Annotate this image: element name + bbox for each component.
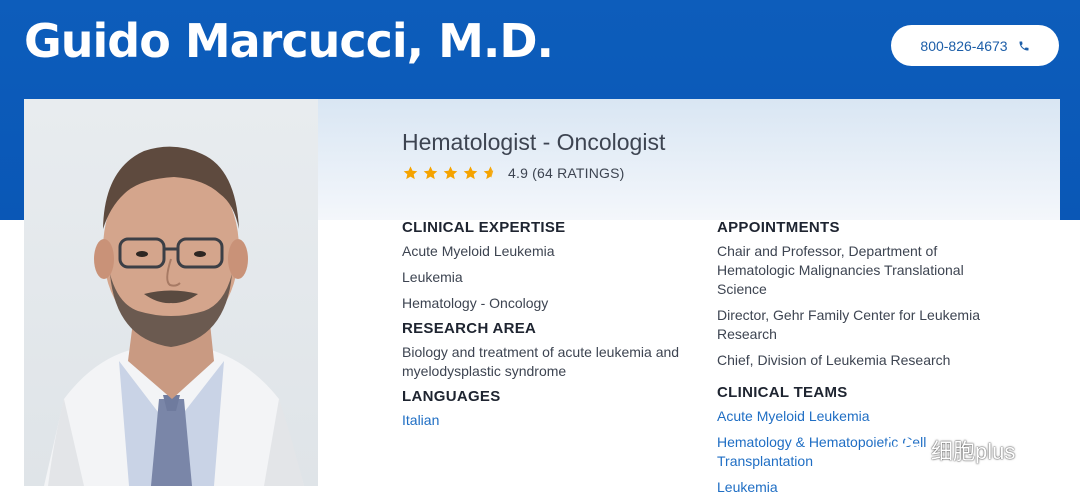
clinical-teams-heading: CLINICAL TEAMS <box>717 384 848 401</box>
appointment-item: Director, Gehr Family Center for Leukemi… <box>717 307 980 342</box>
appointment-item: Chief, Division of Leukemia Research <box>717 352 951 368</box>
language-item[interactable]: Italian <box>402 411 702 430</box>
star-half-icon <box>483 166 494 180</box>
star-icon <box>443 166 458 180</box>
research-area-text: Biology and treatment of acute leukemia … <box>402 344 680 379</box>
watermark-text: 细胞plus <box>931 439 1016 464</box>
phone-button[interactable]: 800-826-4673 <box>891 25 1059 66</box>
phone-icon <box>1019 41 1029 50</box>
doctor-photo <box>24 99 318 486</box>
languages-heading: LANGUAGES <box>402 388 501 405</box>
research-area-heading: RESEARCH AREA <box>402 320 537 337</box>
clinical-team-link[interactable]: Leukemia <box>717 478 997 497</box>
clinical-team-link[interactable]: Acute Myeloid Leukemia <box>717 407 997 426</box>
watermark: 细胞plus <box>885 434 1015 466</box>
appointment-item: Chair and Professor, Department of Hemat… <box>717 243 964 297</box>
clinical-expertise-heading: CLINICAL EXPERTISE <box>402 219 566 236</box>
phone-number: 800-826-4673 <box>920 37 1008 54</box>
star-icon <box>423 166 438 180</box>
expertise-item: Acute Myeloid Leukemia <box>402 243 555 259</box>
rating-text: 4.9 (64 RATINGS) <box>508 165 625 181</box>
star-icon <box>403 166 418 180</box>
star-icon <box>463 166 478 180</box>
expertise-item: Leukemia <box>402 269 463 285</box>
expertise-item: Hematology - Oncology <box>402 295 549 311</box>
doctor-name: Guido Marcucci, M.D. <box>24 14 554 68</box>
rating: 4.9 (64 RATINGS) <box>402 165 625 181</box>
doctor-portrait-image <box>44 146 304 486</box>
specialty-title: Hematologist - Oncologist <box>402 129 666 155</box>
left-column: CLINICAL EXPERTISE Acute Myeloid Leukemi… <box>402 219 702 437</box>
wechat-icon <box>886 436 923 463</box>
info-header-background <box>318 99 1060 220</box>
appointments-heading: APPOINTMENTS <box>717 219 840 236</box>
